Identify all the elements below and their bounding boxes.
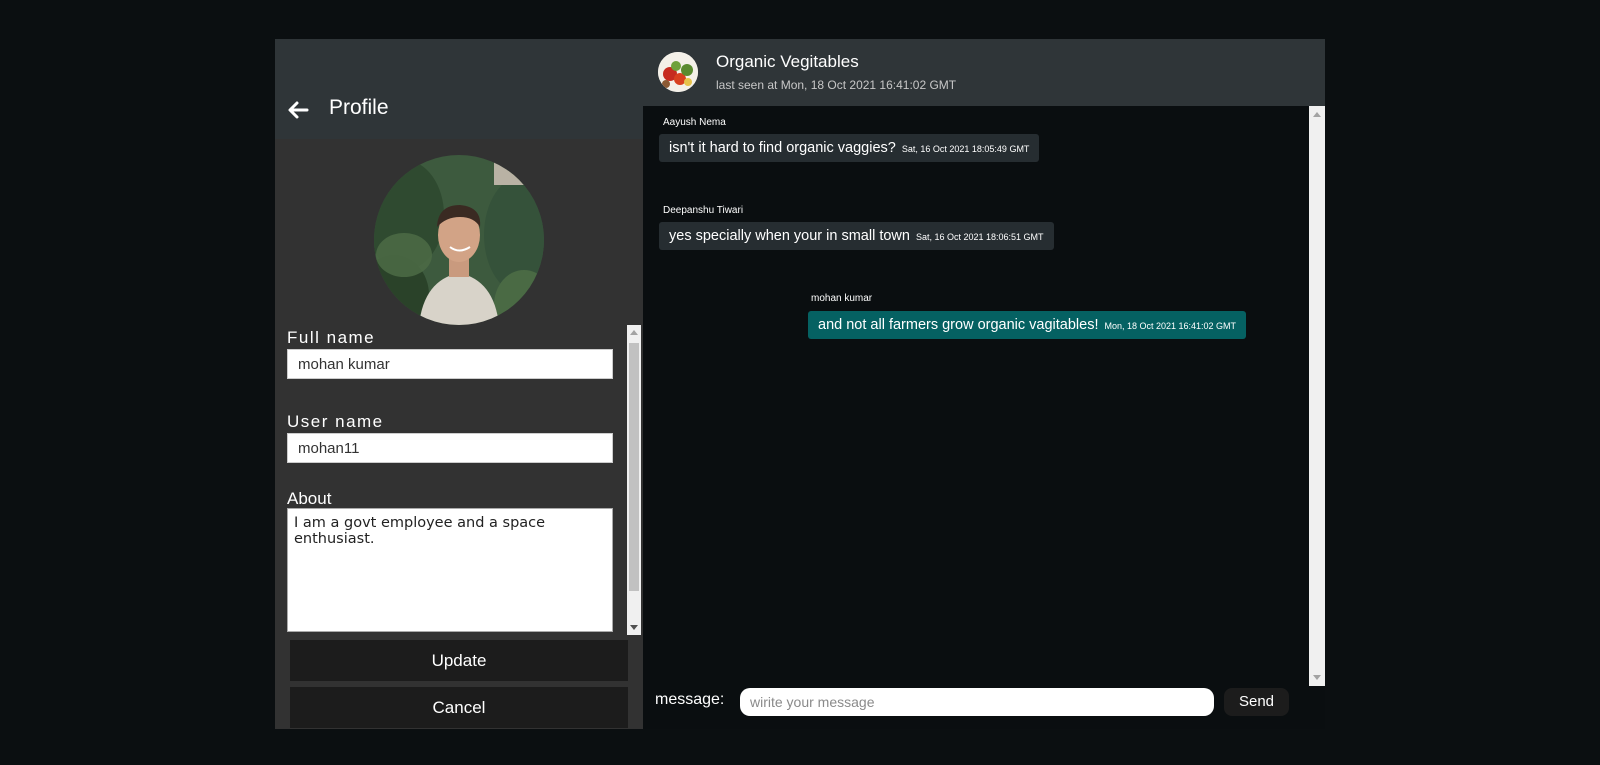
message-time: Mon, 18 Oct 2021 16:41:02 GMT <box>1104 321 1237 331</box>
message-sender: Aayush Nema <box>663 117 726 128</box>
message-bubble: yes specially when your in small town Sat… <box>659 222 1054 250</box>
message-bubble-mine: and not all farmers grow organic vagitab… <box>808 311 1247 339</box>
message-text: yes specially when your in small town <box>669 228 910 244</box>
message-bubble: isn't it hard to find organic vaggies? Sa… <box>659 134 1040 162</box>
profile-scrollbar[interactable] <box>627 325 641 635</box>
full-name-label: Full name <box>287 328 376 347</box>
message-label: message: <box>655 691 725 708</box>
about-label: About <box>287 489 332 508</box>
send-button[interactable]: Send <box>1224 688 1289 716</box>
profile-form[interactable]: Full name User name About I am a govt em… <box>275 325 643 635</box>
message-time: Sat, 16 Oct 2021 18:06:51 GMT <box>915 232 1044 242</box>
message-text: isn't it hard to find organic vaggies? <box>669 140 896 156</box>
avatar <box>374 155 544 325</box>
chat-scrollbar[interactable] <box>1309 106 1325 686</box>
scrollbar-thumb[interactable] <box>629 343 639 591</box>
message-sender: mohan kumar <box>811 293 873 304</box>
scroll-up-icon[interactable] <box>630 330 638 335</box>
user-name-input[interactable] <box>287 433 613 463</box>
full-name-input[interactable] <box>287 349 613 379</box>
chat-app: Profile Full name User name <box>275 39 1325 729</box>
user-name-label: User name <box>287 412 384 431</box>
profile-title: Profile <box>329 96 389 119</box>
scroll-up-icon[interactable] <box>1313 112 1321 117</box>
group-avatar[interactable] <box>658 52 698 92</box>
message-text: and not all farmers grow organic vagitab… <box>818 317 1099 333</box>
update-button[interactable]: Update <box>290 640 628 681</box>
group-name: Organic Vegitables <box>716 52 859 71</box>
message-list[interactable]: Aayush Nema isn't it hard to find organi… <box>643 106 1325 686</box>
about-textarea[interactable]: I am a govt employee and a space enthusi… <box>287 508 613 632</box>
message-sender: Deepanshu Tiwari <box>663 205 744 216</box>
cancel-button[interactable]: Cancel <box>290 687 628 728</box>
message-input[interactable] <box>740 688 1214 716</box>
profile-panel: Profile Full name User name <box>275 39 643 729</box>
message-time: Sat, 16 Oct 2021 18:05:49 GMT <box>901 144 1030 154</box>
arrow-left-icon[interactable] <box>287 99 309 121</box>
profile-header: Profile <box>275 39 643 139</box>
chat-header: Organic Vegitables last seen at Mon, 18 … <box>643 39 1325 106</box>
scroll-down-icon[interactable] <box>630 625 638 630</box>
scroll-down-icon[interactable] <box>1313 675 1321 680</box>
group-last-seen: last seen at Mon, 18 Oct 2021 16:41:02 G… <box>716 78 957 92</box>
